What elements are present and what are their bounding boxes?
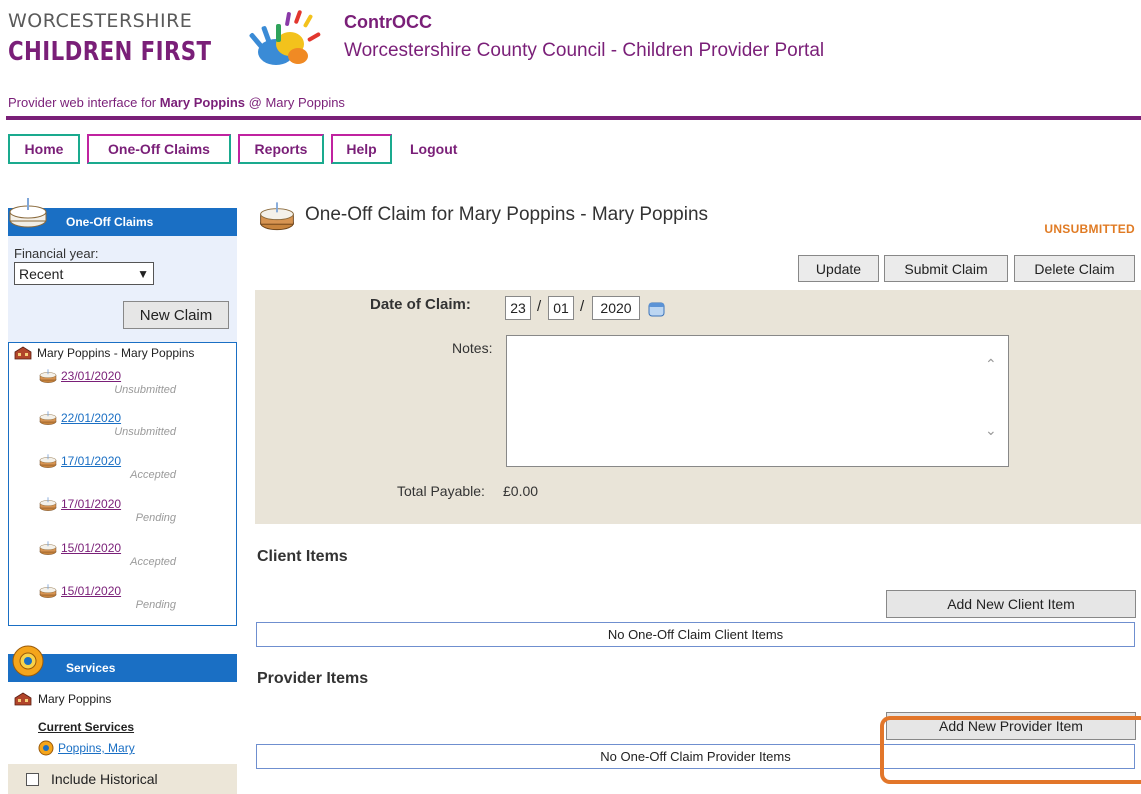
brand-logo: WORCESTERSHIRE CHILDREN FIRST — [8, 6, 328, 76]
cake-icon — [39, 454, 57, 468]
financial-year-label: Financial year: — [14, 246, 99, 261]
date-separator: / — [580, 298, 585, 315]
nav-home[interactable]: Home — [8, 134, 80, 164]
claim-list-item[interactable]: 23/01/2020 Unsubmitted — [38, 369, 228, 396]
calendar-icon[interactable] — [648, 300, 666, 318]
provider-items-title: Provider Items — [257, 670, 369, 687]
claim-date-link[interactable]: 15/01/2020 — [38, 584, 228, 598]
claim-status-text: Pending — [135, 512, 176, 524]
delete-claim-button[interactable]: Delete Claim — [1014, 255, 1135, 282]
services-provider: Mary Poppins — [14, 692, 111, 706]
date-separator: / — [537, 298, 542, 315]
provider-org: Mary Poppins — [265, 95, 345, 110]
nav-help[interactable]: Help — [331, 134, 392, 164]
total-payable-value: £0.00 — [503, 483, 539, 499]
services-provider-name: Mary Poppins — [38, 692, 112, 706]
include-historical-checkbox[interactable] — [26, 772, 39, 786]
claims-tree-root: Mary Poppins - Mary Poppins — [14, 346, 194, 360]
service-gear-icon — [38, 740, 54, 756]
client-items-title: Client Items — [257, 548, 348, 565]
highlight-annotation — [880, 716, 1141, 784]
client-items-empty: No One-Off Claim Client Items — [256, 622, 1135, 647]
financial-year-value: Recent — [19, 265, 64, 282]
claim-status-text: Pending — [135, 599, 176, 611]
submit-claim-button[interactable]: Submit Claim — [884, 255, 1008, 282]
current-services-heading: Current Services — [38, 720, 135, 734]
new-claim-button[interactable]: New Claim — [123, 301, 229, 329]
cake-icon — [39, 411, 57, 425]
service-link[interactable]: Poppins, Mary — [38, 740, 135, 756]
date-of-claim-label: Date of Claim: — [370, 296, 471, 313]
claim-list-item[interactable]: 17/01/2020 Accepted — [38, 454, 228, 481]
add-client-item-button[interactable]: Add New Client Item — [886, 590, 1136, 618]
claims-tree-root-label: Mary Poppins - Mary Poppins — [37, 346, 195, 360]
notes-textarea[interactable] — [506, 335, 1009, 467]
provider-building-icon — [14, 692, 32, 706]
cake-icon — [39, 497, 57, 511]
page-title: One-Off Claim for Mary Poppins - Mary Po… — [305, 204, 709, 225]
claim-date-link[interactable]: 15/01/2020 — [38, 541, 228, 555]
provider-separator: @ — [248, 95, 262, 110]
cake-icon — [39, 369, 57, 383]
claim-date-link[interactable]: 17/01/2020 — [38, 497, 228, 511]
provider-building-icon — [14, 346, 32, 360]
claim-status-text: Unsubmitted — [114, 426, 176, 438]
claim-status-text: Accepted — [130, 469, 176, 481]
logo-text-line2: CHILDREN FIRST — [8, 37, 212, 67]
sun-gear-icon — [12, 645, 44, 677]
update-button[interactable]: Update — [798, 255, 879, 282]
include-historical-label: Include Historical — [51, 771, 158, 787]
claim-list-item[interactable]: 22/01/2020 Unsubmitted — [38, 411, 228, 438]
nav-reports[interactable]: Reports — [238, 134, 324, 164]
financial-year-select[interactable]: Recent ▼ — [14, 262, 154, 285]
include-historical-row[interactable]: Include Historical — [8, 764, 237, 794]
scroll-up-icon[interactable]: ⌃ — [985, 356, 997, 373]
claim-date-link[interactable]: 23/01/2020 — [38, 369, 228, 383]
date-month-input[interactable]: 01 — [548, 296, 574, 320]
cake-icon — [39, 584, 57, 598]
total-payable-label: Total Payable: — [397, 483, 485, 499]
claim-date-link[interactable]: 22/01/2020 — [38, 411, 228, 425]
cake-icon — [39, 541, 57, 555]
status-badge: UNSUBMITTED — [1044, 222, 1135, 236]
scroll-down-icon[interactable]: ⌄ — [985, 422, 997, 439]
cake-icon — [9, 198, 47, 228]
claim-list-item[interactable]: 17/01/2020 Pending — [38, 497, 228, 524]
provider-prefix: Provider web interface for — [8, 95, 157, 110]
date-year-input[interactable]: 2020 — [592, 296, 640, 320]
claim-list-item[interactable]: 15/01/2020 Pending — [38, 584, 228, 611]
provider-info: Provider web interface for Mary Poppins … — [8, 95, 345, 110]
claim-date-link[interactable]: 17/01/2020 — [38, 454, 228, 468]
claim-status-text: Unsubmitted — [114, 384, 176, 396]
chevron-down-icon: ▼ — [137, 266, 149, 281]
nav-one-off-claims[interactable]: One-Off Claims — [87, 134, 231, 164]
nav-logout[interactable]: Logout — [410, 141, 457, 157]
handprint-icon — [249, 10, 321, 65]
claim-list-item[interactable]: 15/01/2020 Accepted — [38, 541, 228, 568]
date-day-input[interactable]: 23 — [505, 296, 531, 320]
app-name: ContrOCC — [344, 12, 432, 32]
header-divider — [6, 116, 1141, 120]
logo-text-line1: WORCESTERSHIRE — [8, 10, 193, 32]
portal-title: Worcestershire County Council - Children… — [344, 40, 825, 61]
provider-name: Mary Poppins — [159, 95, 245, 110]
cake-icon — [260, 202, 294, 231]
service-link-label[interactable]: Poppins, Mary — [58, 741, 135, 755]
claim-status-text: Accepted — [130, 556, 176, 568]
notes-label: Notes: — [452, 340, 493, 356]
